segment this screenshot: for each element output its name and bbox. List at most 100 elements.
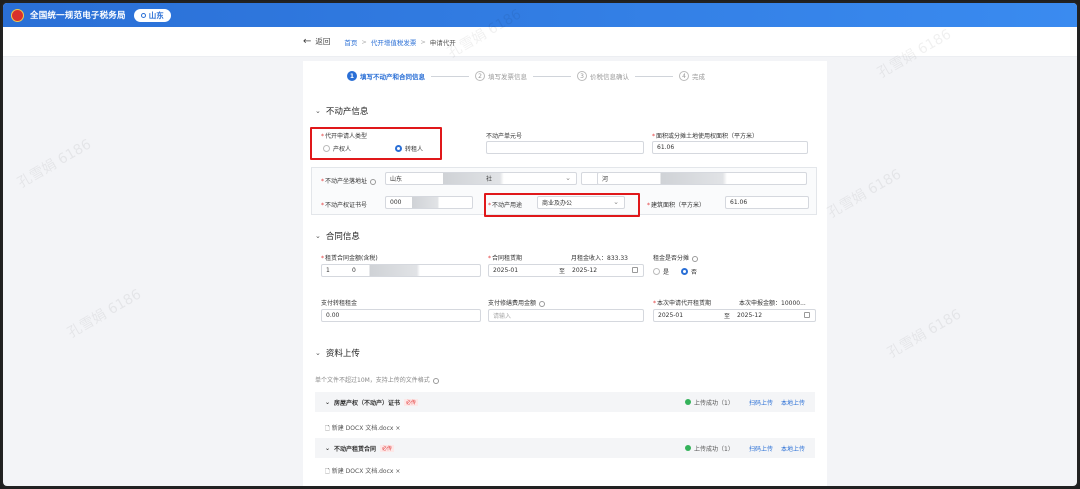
arrow-left-icon: ← <box>303 36 312 47</box>
upload-status: 上传成功（1） <box>685 444 734 453</box>
step-number: 1 <box>347 71 357 81</box>
chevron-down-icon[interactable]: ⌄ <box>325 445 330 452</box>
upload-group-certificate: ⌄ 房屋产权（不动产）证书 必传 上传成功（1） 扫码上传 本地上传 <box>315 392 815 412</box>
address-detail-input[interactable]: 河 <box>597 172 807 185</box>
repair-fee-input[interactable]: 请输入 <box>488 309 644 322</box>
unit-no-input[interactable] <box>486 141 644 154</box>
step-label: 填写发票信息 <box>488 73 527 81</box>
upload-group-contract: ⌄ 不动产租赁合同 必传 上传成功（1） 扫码上传 本地上传 <box>315 438 815 458</box>
scan-upload-button[interactable]: 扫码上传 <box>749 398 773 407</box>
step-connector <box>533 75 571 77</box>
this-period-range[interactable]: 2025-01 至 2025-12 <box>653 309 816 322</box>
radio-split-no[interactable]: 否 <box>681 267 697 276</box>
highlight-box <box>310 127 442 160</box>
section-title: 资料上传 <box>325 349 360 359</box>
address-label: *不动产坐落地址 <box>321 176 377 185</box>
step-label: 价税信息确认 <box>590 73 629 81</box>
file-icon: 🗋 <box>325 468 330 475</box>
highlight-box <box>484 193 640 217</box>
back-button[interactable]: ← 返回 <box>303 36 330 47</box>
breadcrumb-parent[interactable]: 代开增值税发票 <box>371 37 417 47</box>
step-connector <box>431 75 469 77</box>
this-period-label: *本次申请代开租赁期 <box>653 300 712 307</box>
breadcrumb-sep: > <box>361 37 367 46</box>
info-icon <box>370 178 377 185</box>
remove-file-icon[interactable]: × <box>395 425 400 432</box>
cert-label: *不动产权证书号 <box>321 202 368 209</box>
cert-input[interactable]: 000 <box>385 196 473 209</box>
local-upload-button[interactable]: 本地上传 <box>781 398 805 407</box>
breadcrumb-home[interactable]: 首页 <box>344 37 357 47</box>
section-title: 不动产信息 <box>325 107 369 117</box>
monthly-income: 月租金收入：833.33 <box>571 255 628 262</box>
land-area-label: *面积或分摊土地使用权面积（平方米） <box>652 133 759 140</box>
total-rent-input[interactable]: 10 <box>321 264 481 277</box>
step-number: 3 <box>577 71 587 81</box>
address-province-select[interactable]: 山东社 ⌄ <box>385 172 577 185</box>
watermark: 孔雪娟 6186 <box>14 136 95 192</box>
chevron-down-icon: ⌄ <box>315 232 321 240</box>
chevron-down-icon[interactable]: ⌄ <box>325 399 330 406</box>
contract-period-range[interactable]: 2025-01 至 2025-12 <box>488 264 644 277</box>
step-number: 4 <box>679 71 689 81</box>
section-upload-toggle[interactable]: ⌄ 资料上传 <box>315 347 360 359</box>
success-dot-icon <box>685 445 691 451</box>
step-2: 2 填写发票信息 <box>475 71 527 81</box>
region-selector[interactable]: 山东 <box>133 8 171 22</box>
build-area-label: *建筑面积（平方米） <box>647 202 706 209</box>
watermark: 孔雪娟 6186 <box>824 166 905 222</box>
upload-status: 上传成功（1） <box>685 398 734 407</box>
total-rent-label: *租赁合同金额(含税) <box>321 255 378 262</box>
region-label: 山东 <box>148 10 164 20</box>
section-title: 合同信息 <box>325 232 360 242</box>
upload-note: 单个文件不超过10M，支持上传的文件格式 <box>315 375 439 384</box>
build-area-input[interactable]: 61.06 <box>725 196 809 209</box>
success-dot-icon <box>685 399 691 405</box>
progress-steps: 1 填写不动产和合同信息 2 填写发票信息 3 价税信息确认 4 完成 <box>303 67 827 85</box>
form-panel: 1 填写不动产和合同信息 2 填写发票信息 3 价税信息确认 4 完成 ⌄ 不动产信息 *… <box>303 61 827 486</box>
step-number: 2 <box>475 71 485 81</box>
info-icon <box>432 377 439 384</box>
watermark: 孔雪娟 6186 <box>64 286 145 342</box>
unit-no-label: 不动产单元号 <box>486 133 523 140</box>
step-3: 3 价税信息确认 <box>577 71 629 81</box>
calendar-icon <box>804 312 810 318</box>
local-upload-button[interactable]: 本地上传 <box>781 444 805 453</box>
remove-file-icon[interactable]: × <box>395 468 400 475</box>
step-1: 1 填写不动产和合同信息 <box>347 71 425 81</box>
site-title: 全国统一规范电子税务局 <box>30 11 126 21</box>
breadcrumb-bar: ← 返回 首页 > 代开增值税发票 > 申请代开 <box>3 27 1077 57</box>
step-label: 完成 <box>692 73 705 81</box>
this-rent-amount: 本次申报金额：10000... <box>739 300 806 307</box>
scan-upload-button[interactable]: 扫码上传 <box>749 444 773 453</box>
breadcrumb-current: 申请代开 <box>429 38 456 47</box>
watermark: 孔雪娟 6186 <box>884 306 965 362</box>
uploaded-file: 🗋 新建 DOCX 文档.docx × <box>325 425 401 432</box>
section-contract-toggle[interactable]: ⌄ 合同信息 <box>315 230 360 242</box>
breadcrumb-sep: > <box>420 37 426 46</box>
split-label: 租金是否分摊 <box>653 253 699 262</box>
tax-emblem-icon <box>11 8 24 22</box>
paid-rent-input[interactable]: 0.00 <box>321 309 481 322</box>
location-pin-icon <box>140 12 146 18</box>
step-connector <box>635 75 673 77</box>
required-badge: 必传 <box>404 398 419 406</box>
group-name: 不动产租赁合同 <box>334 445 377 453</box>
chevron-down-icon: ⌄ <box>315 349 321 357</box>
info-icon <box>692 255 699 262</box>
land-area-input[interactable]: 61.06 <box>652 141 808 154</box>
info-icon <box>539 300 546 307</box>
uploaded-file: 🗋 新建 DOCX 文档.docx × <box>325 468 401 475</box>
calendar-icon <box>632 267 638 273</box>
top-bar: 全国统一规范电子税务局 山东 <box>3 3 1077 27</box>
chevron-down-icon: ⌄ <box>565 174 571 182</box>
section-property-toggle[interactable]: ⌄ 不动产信息 <box>315 105 368 117</box>
step-label: 填写不动产和合同信息 <box>360 73 425 81</box>
radio-split-yes[interactable]: 是 <box>653 267 669 276</box>
chevron-down-icon: ⌄ <box>315 107 321 115</box>
back-label: 返回 <box>315 37 331 46</box>
repair-fee-label: 支付修缮费用金额 <box>488 298 546 307</box>
app-window: 全国统一规范电子税务局 山东 ← 返回 首页 > 代开增值税发票 > 申请代开 1 填写… <box>1 1 1079 488</box>
required-badge: 必传 <box>380 444 395 452</box>
file-icon: 🗋 <box>325 425 330 432</box>
